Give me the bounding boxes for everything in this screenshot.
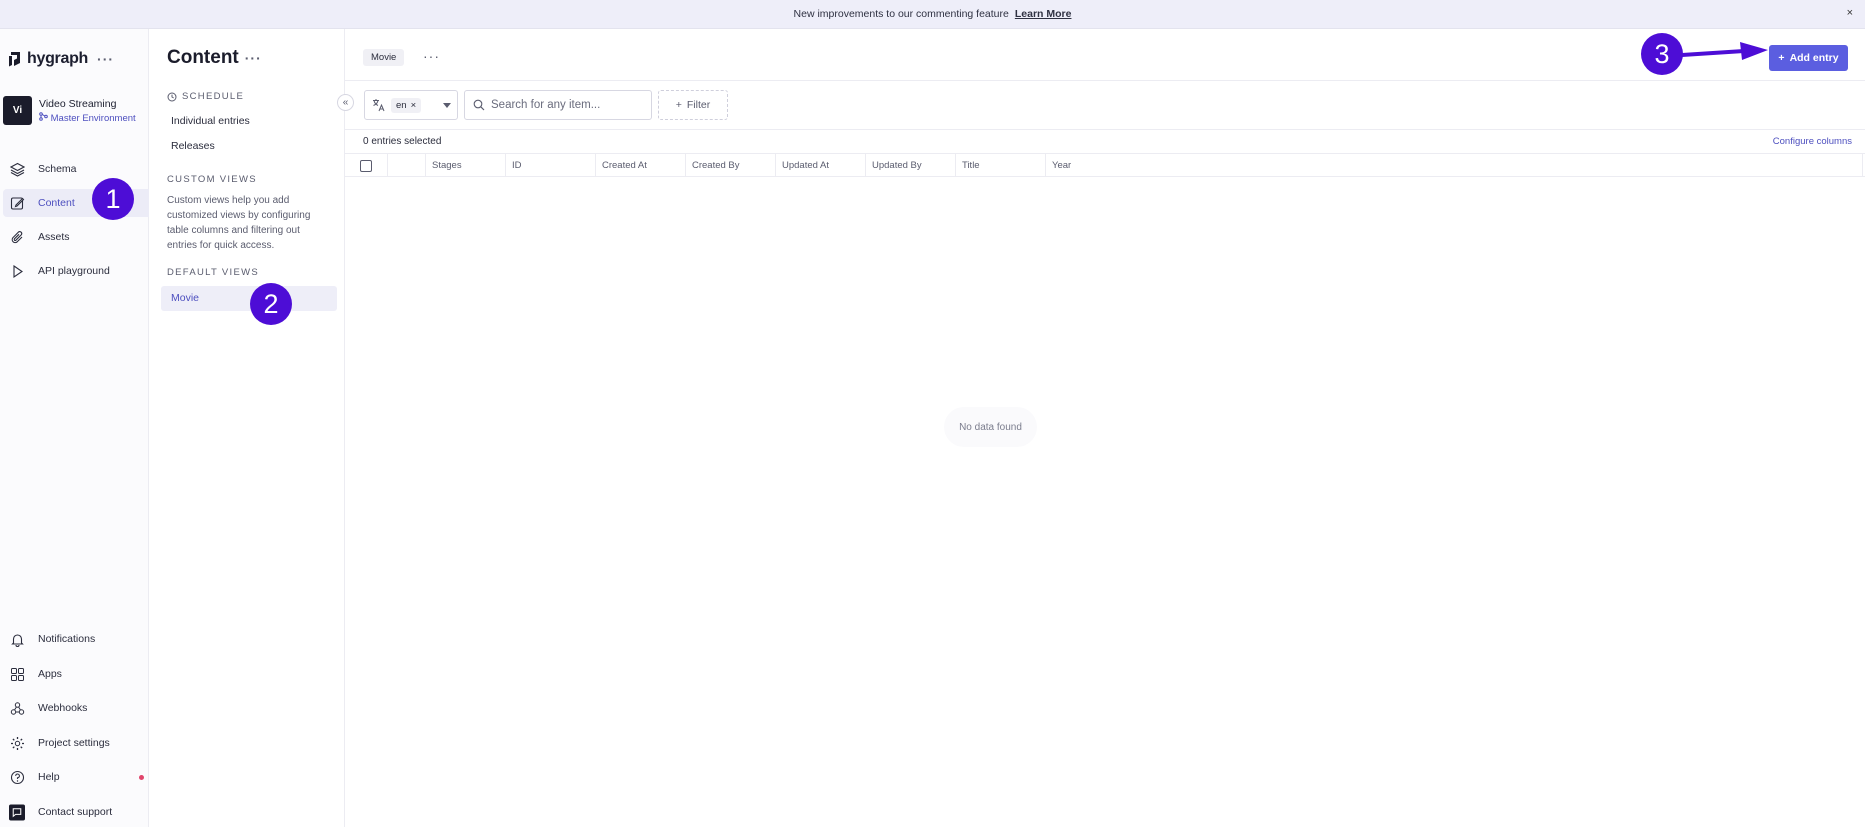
plus-icon: + bbox=[675, 99, 682, 111]
column-header[interactable]: Title bbox=[955, 154, 1045, 177]
gear-icon bbox=[9, 735, 25, 751]
top-bar: Movie ··· + Add entry bbox=[345, 29, 1865, 81]
project-avatar: Vi bbox=[3, 96, 32, 125]
nav-item-webhooks[interactable]: Webhooks bbox=[0, 694, 152, 722]
project-switcher[interactable]: Vi Video Streaming Master Environment bbox=[3, 96, 136, 125]
page-title: Content ··· bbox=[167, 47, 262, 69]
environment-name: Master Environment bbox=[50, 112, 136, 124]
nav-item-contact-support[interactable]: Contact support bbox=[0, 798, 152, 826]
edit-icon bbox=[9, 195, 25, 211]
column-header[interactable]: Stages bbox=[425, 154, 505, 177]
column-header-empty bbox=[387, 154, 425, 177]
nav-label: API playground bbox=[38, 265, 110, 277]
nav-item-apps[interactable]: Apps bbox=[0, 660, 152, 688]
layers-icon bbox=[9, 161, 25, 177]
announcement-text: New improvements to our commenting featu… bbox=[793, 8, 1009, 20]
schedule-heading: SCHEDULE bbox=[167, 91, 244, 102]
add-entry-button[interactable]: + Add entry bbox=[1769, 45, 1848, 71]
nav-item-help[interactable]: Help bbox=[0, 763, 152, 791]
sidebar-nav: hygraph ··· Vi Video Streaming Master En… bbox=[0, 29, 153, 827]
entries-selected-count: 0 entries selected bbox=[363, 136, 442, 147]
panel-title-text: Content bbox=[167, 47, 239, 68]
nav-label: Help bbox=[38, 771, 60, 783]
default-view-movie[interactable]: Movie bbox=[161, 286, 337, 311]
nav-label: Content bbox=[38, 197, 75, 209]
environment-label[interactable]: Master Environment bbox=[39, 111, 136, 124]
table-header: Stages ID Created At Created By Updated … bbox=[345, 153, 1865, 177]
selection-row: 0 entries selected Configure columns bbox=[345, 130, 1865, 150]
annotation-badge-3: 3 bbox=[1641, 33, 1683, 75]
column-header[interactable]: Updated At bbox=[775, 154, 865, 177]
bell-icon bbox=[9, 631, 25, 647]
nav-label: Notifications bbox=[38, 633, 96, 645]
search-icon bbox=[473, 99, 485, 111]
filter-label: Filter bbox=[686, 99, 711, 111]
default-views-heading: DEFAULT VIEWS bbox=[167, 267, 260, 278]
brand-more-icon[interactable]: ··· bbox=[97, 51, 114, 67]
empty-state: No data found bbox=[944, 407, 1037, 447]
main-area: Movie ··· + Add entry en × + Filter 0 ent… bbox=[345, 29, 1865, 827]
annotation-badge-1: 1 bbox=[92, 178, 134, 220]
panel-more-icon[interactable]: ··· bbox=[245, 50, 262, 66]
releases-link[interactable]: Releases bbox=[171, 140, 215, 152]
nav-label: Schema bbox=[38, 163, 77, 175]
column-header[interactable]: Created By bbox=[685, 154, 775, 177]
nav-item-project-settings[interactable]: Project settings bbox=[0, 729, 152, 757]
paperclip-icon bbox=[9, 229, 25, 245]
remove-locale-icon[interactable]: × bbox=[411, 100, 417, 111]
nav-item-api-playground[interactable]: API playground bbox=[0, 257, 152, 285]
play-icon bbox=[9, 263, 25, 279]
brand-name: hygraph bbox=[27, 50, 89, 67]
webhook-icon bbox=[9, 700, 25, 716]
configure-columns-link[interactable]: Configure columns bbox=[1773, 136, 1852, 147]
nav-label: Webhooks bbox=[38, 702, 88, 714]
nav-label: Apps bbox=[38, 668, 62, 680]
learn-more-link[interactable]: Learn More bbox=[1015, 8, 1072, 20]
model-chip[interactable]: Movie bbox=[363, 49, 405, 66]
help-notification-dot bbox=[139, 775, 144, 780]
add-entry-label: Add entry bbox=[1789, 52, 1839, 64]
column-header[interactable]: Updated By bbox=[865, 154, 955, 177]
nav-label: Contact support bbox=[38, 806, 113, 818]
hygraph-logo-icon bbox=[9, 51, 20, 66]
translate-icon bbox=[373, 99, 385, 112]
logo[interactable]: hygraph ··· bbox=[8, 50, 114, 68]
branch-icon bbox=[39, 111, 48, 121]
column-header[interactable]: Year bbox=[1045, 154, 1863, 177]
plus-icon: + bbox=[1778, 52, 1785, 64]
locale-tag: en × bbox=[391, 97, 422, 113]
apps-grid-icon bbox=[9, 666, 25, 682]
help-circle-icon bbox=[9, 769, 25, 785]
nav-item-schema[interactable]: Schema bbox=[0, 155, 152, 183]
nav-label: Assets bbox=[38, 231, 70, 243]
collapse-panel-button[interactable]: « bbox=[337, 94, 354, 111]
chevron-down-icon bbox=[443, 102, 451, 108]
filter-button[interactable]: + Filter bbox=[658, 90, 728, 120]
schedule-heading-text: SCHEDULE bbox=[182, 91, 245, 102]
content-panel: Content ··· SCHEDULE Individual entries … bbox=[149, 29, 345, 827]
nav-label: Project settings bbox=[38, 737, 110, 749]
chat-icon bbox=[9, 804, 25, 820]
model-more-icon[interactable]: ··· bbox=[423, 48, 440, 64]
custom-views-heading: CUSTOM VIEWS bbox=[167, 174, 257, 185]
search-box[interactable] bbox=[464, 90, 652, 120]
search-input[interactable] bbox=[491, 99, 641, 111]
individual-entries-link[interactable]: Individual entries bbox=[171, 115, 250, 127]
annotation-arrow-icon bbox=[1682, 42, 1768, 60]
toolbar: en × + Filter bbox=[345, 81, 1865, 130]
locale-tag-label: en bbox=[396, 99, 407, 111]
column-header[interactable]: ID bbox=[505, 154, 595, 177]
column-header[interactable]: Created At bbox=[595, 154, 685, 177]
project-name: Video Streaming bbox=[39, 97, 117, 110]
announcement-bar: New improvements to our commenting featu… bbox=[0, 0, 1865, 29]
select-all-checkbox[interactable] bbox=[360, 160, 372, 172]
close-icon[interactable]: × bbox=[1847, 7, 1853, 19]
clock-icon bbox=[167, 92, 177, 101]
nav-item-assets[interactable]: Assets bbox=[0, 223, 152, 251]
locale-select[interactable]: en × bbox=[364, 90, 458, 120]
custom-views-description: Custom views help you add customized vie… bbox=[167, 195, 311, 251]
annotation-badge-2: 2 bbox=[250, 283, 292, 325]
nav-item-notifications[interactable]: Notifications bbox=[0, 625, 152, 653]
